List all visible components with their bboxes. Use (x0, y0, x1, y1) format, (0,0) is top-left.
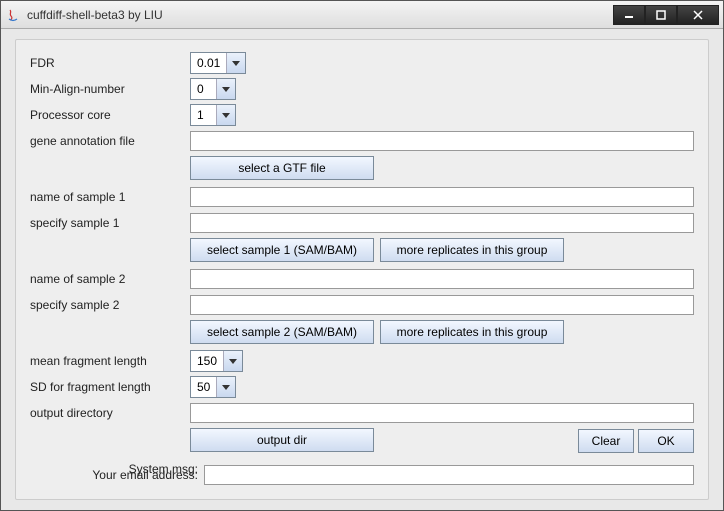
sd-fragment-combo[interactable]: 50 (190, 376, 236, 398)
mean-fragment-label: mean fragment length (30, 354, 190, 368)
sd-fragment-value: 50 (191, 377, 217, 397)
select-sample1-button[interactable]: select sample 1 (SAM/BAM) (190, 238, 374, 262)
clear-button[interactable]: Clear (578, 429, 634, 453)
sample2-spec-input[interactable] (190, 295, 694, 315)
close-button[interactable] (677, 5, 719, 25)
sample2-name-label: name of sample 2 (30, 272, 190, 286)
fdr-value: 0.01 (191, 53, 227, 73)
email-label: Your email address: (30, 468, 204, 482)
processor-core-value: 1 (191, 105, 217, 125)
min-align-label: Min-Align-number (30, 82, 190, 96)
fdr-combo[interactable]: 0.01 (190, 52, 246, 74)
chevron-down-icon[interactable] (224, 351, 242, 371)
chevron-down-icon[interactable] (227, 53, 245, 73)
sample2-name-input[interactable] (190, 269, 694, 289)
sample1-name-label: name of sample 1 (30, 190, 190, 204)
mean-fragment-combo[interactable]: 150 (190, 350, 243, 372)
fdr-label: FDR (30, 56, 190, 70)
chevron-down-icon[interactable] (217, 105, 235, 125)
minimize-button[interactable] (613, 5, 645, 25)
sample1-spec-input[interactable] (190, 213, 694, 233)
output-dir-input[interactable] (190, 403, 694, 423)
output-dir-label: output directory (30, 406, 190, 420)
processor-core-label: Processor core (30, 108, 190, 122)
min-align-combo[interactable]: 0 (190, 78, 236, 100)
ok-button[interactable]: OK (638, 429, 694, 453)
window-frame: cuffdiff-shell-beta3 by LIU FDR 0.01 Min… (0, 0, 724, 511)
window-controls (613, 5, 719, 25)
mean-fragment-value: 150 (191, 351, 224, 371)
output-dir-button[interactable]: output dir (190, 428, 374, 452)
titlebar[interactable]: cuffdiff-shell-beta3 by LIU (1, 1, 723, 29)
chevron-down-icon[interactable] (217, 377, 235, 397)
more-replicates1-button[interactable]: more replicates in this group (380, 238, 564, 262)
sample2-spec-label: specify sample 2 (30, 298, 190, 312)
email-input[interactable] (204, 465, 694, 485)
sd-fragment-label: SD for fragment length (30, 380, 190, 394)
select-gtf-button[interactable]: select a GTF file (190, 156, 374, 180)
chevron-down-icon[interactable] (217, 79, 235, 99)
min-align-value: 0 (191, 79, 217, 99)
sample1-name-input[interactable] (190, 187, 694, 207)
window-title: cuffdiff-shell-beta3 by LIU (27, 8, 613, 22)
processor-core-combo[interactable]: 1 (190, 104, 236, 126)
gene-annotation-label: gene annotation file (30, 134, 190, 148)
java-icon (5, 7, 21, 23)
gene-annotation-input[interactable] (190, 131, 694, 151)
sample1-spec-label: specify sample 1 (30, 216, 190, 230)
maximize-button[interactable] (645, 5, 677, 25)
client-area: FDR 0.01 Min-Align-number 0 Processor co… (1, 29, 723, 510)
more-replicates2-button[interactable]: more replicates in this group (380, 320, 564, 344)
select-sample2-button[interactable]: select sample 2 (SAM/BAM) (190, 320, 374, 344)
main-panel: FDR 0.01 Min-Align-number 0 Processor co… (15, 39, 709, 500)
